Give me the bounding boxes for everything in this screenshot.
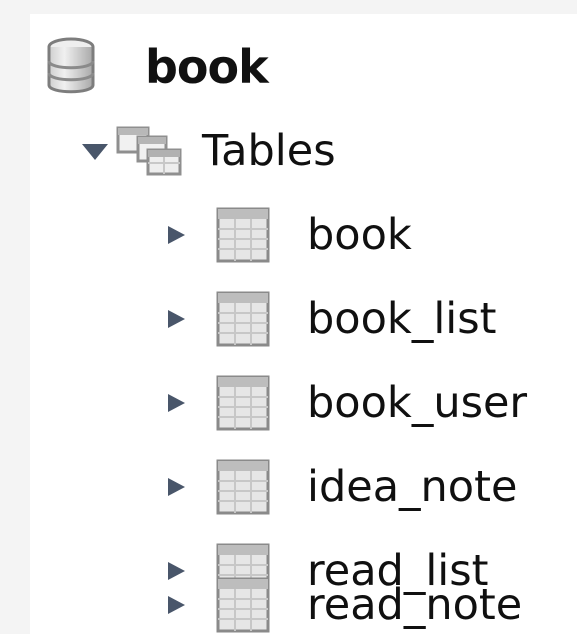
table-name: read_note (307, 579, 523, 630)
panel-top-margin (30, 0, 577, 14)
table-icon (216, 375, 270, 431)
table-icon (216, 207, 270, 263)
table-row[interactable]: book_user (165, 368, 527, 438)
schema-navigator-panel: book Tables book book_list book_user ide… (0, 0, 577, 634)
table-row[interactable]: book (165, 200, 412, 270)
tables-node-label: Tables (202, 125, 336, 176)
table-icon (216, 577, 270, 633)
table-row[interactable]: book_list (165, 284, 496, 354)
table-name: book (307, 209, 412, 260)
database-name: book (145, 40, 269, 94)
table-name: book_list (307, 293, 497, 344)
schema-tree: book Tables book book_list book_user ide… (30, 14, 577, 634)
collapsed-triangle-icon[interactable] (165, 391, 187, 415)
collapsed-triangle-icon[interactable] (165, 593, 187, 617)
table-name: book_user (307, 377, 528, 428)
expanded-triangle-icon[interactable] (80, 139, 110, 163)
tree-item-database-book[interactable]: book (45, 32, 269, 102)
table-row[interactable]: read_note (165, 570, 522, 634)
table-icon (216, 291, 270, 347)
panel-left-margin (0, 0, 30, 634)
table-row[interactable]: idea_note (165, 452, 517, 522)
tree-item-tables[interactable]: Tables (80, 116, 336, 186)
tables-folder-icon (116, 126, 182, 176)
database-icon (47, 37, 95, 94)
table-name: idea_note (307, 461, 518, 512)
table-icon (216, 459, 270, 515)
collapsed-triangle-icon[interactable] (165, 475, 187, 499)
collapsed-triangle-icon[interactable] (165, 307, 187, 331)
collapsed-triangle-icon[interactable] (165, 223, 187, 247)
